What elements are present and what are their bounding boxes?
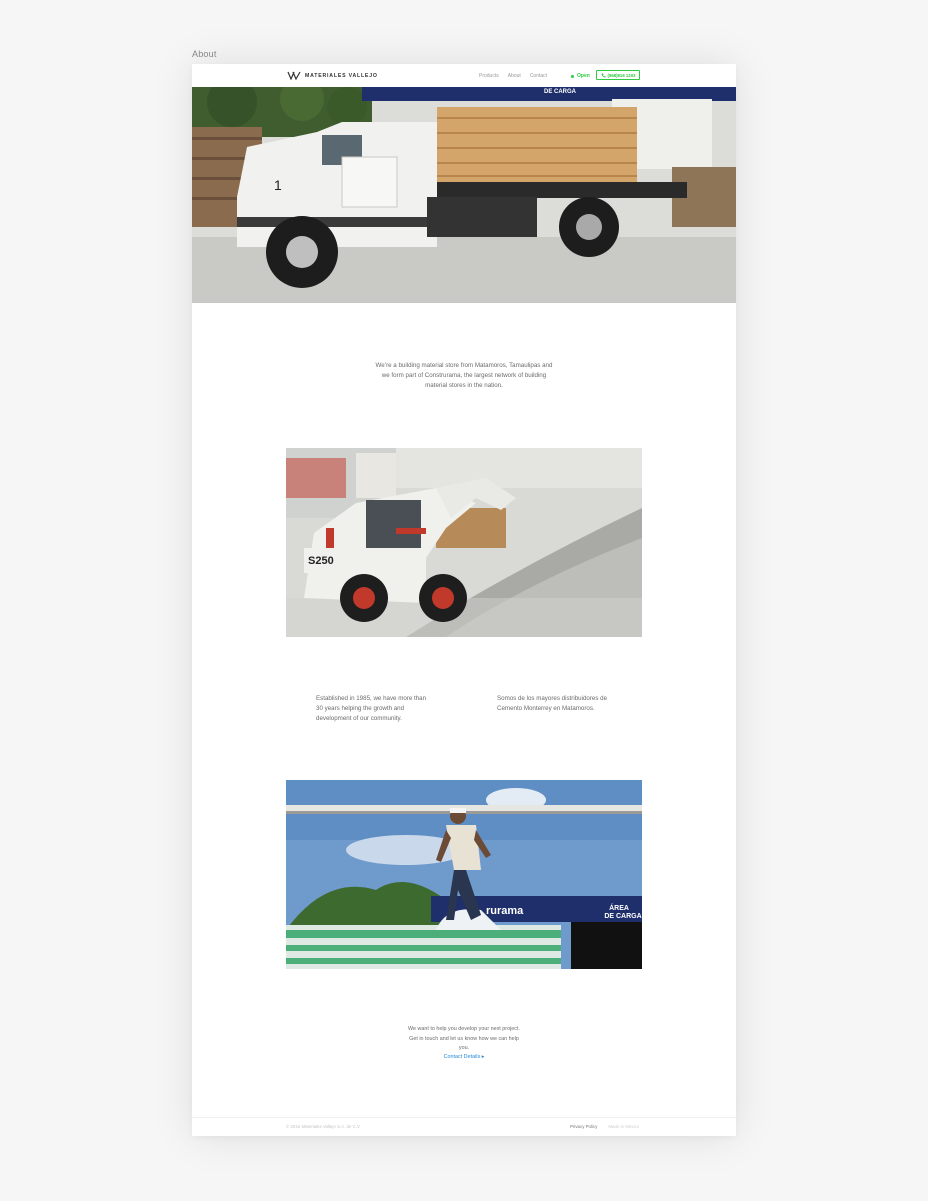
- made-by-link[interactable]: Made in Mexico: [608, 1124, 639, 1129]
- sign-area-1-text: ÁREA: [609, 903, 629, 912]
- hero-truck-image: DE CARGA 1: [192, 87, 736, 303]
- svg-text:1: 1: [274, 177, 282, 193]
- logo-mark-icon: [287, 71, 301, 80]
- contact-details-link[interactable]: Contact Details ▸: [406, 1054, 522, 1060]
- website-frame: MATERIALES VALLEJO Products About Contac…: [192, 64, 736, 1136]
- phone-icon: [601, 73, 606, 77]
- cta-text: We want to help you develop your next pr…: [408, 1026, 520, 1051]
- site-header: MATERIALES VALLEJO Products About Contac…: [192, 64, 736, 87]
- phone-number: (868)816 1303: [607, 72, 636, 78]
- copyright-text: © 2016 Materiales Vallejo S.A. de C.V.: [286, 1124, 361, 1129]
- status-dot-icon: [571, 74, 574, 78]
- intro-text: We’re a building material store from Mat…: [375, 362, 553, 389]
- history-text: Established in 1985, we have more than 3…: [316, 695, 427, 722]
- main-nav: Products About Contact: [479, 73, 547, 79]
- nav-about[interactable]: About: [508, 73, 521, 79]
- footer-divider: [192, 1117, 736, 1118]
- footer-links: Privacy Policy Made in Mexico: [570, 1124, 639, 1129]
- nav-contact[interactable]: Contact: [530, 73, 547, 79]
- open-status: Open: [571, 73, 590, 79]
- phone-button[interactable]: (868)816 1303: [596, 70, 640, 80]
- privacy-policy-link[interactable]: Privacy Policy: [570, 1124, 597, 1129]
- distributor-text: Somos de los mayores distribuidores de C…: [497, 695, 608, 712]
- skid-model-text: S250: [308, 555, 334, 567]
- hero-sign-text: DE CARGA: [544, 89, 577, 95]
- logo-text: MATERIALES VALLEJO: [305, 72, 378, 79]
- nav-products[interactable]: Products: [479, 73, 499, 79]
- sign-area-2-text: DE CARGA: [604, 913, 641, 920]
- logo[interactable]: MATERIALES VALLEJO: [287, 71, 378, 80]
- status-text: Open: [577, 73, 590, 79]
- page-label: About: [192, 49, 217, 59]
- skid-steer-image: S250: [286, 448, 642, 637]
- sign-brand-text: rurama: [486, 905, 524, 917]
- worker-image: rurama ÁREA DE CARGA: [286, 780, 642, 969]
